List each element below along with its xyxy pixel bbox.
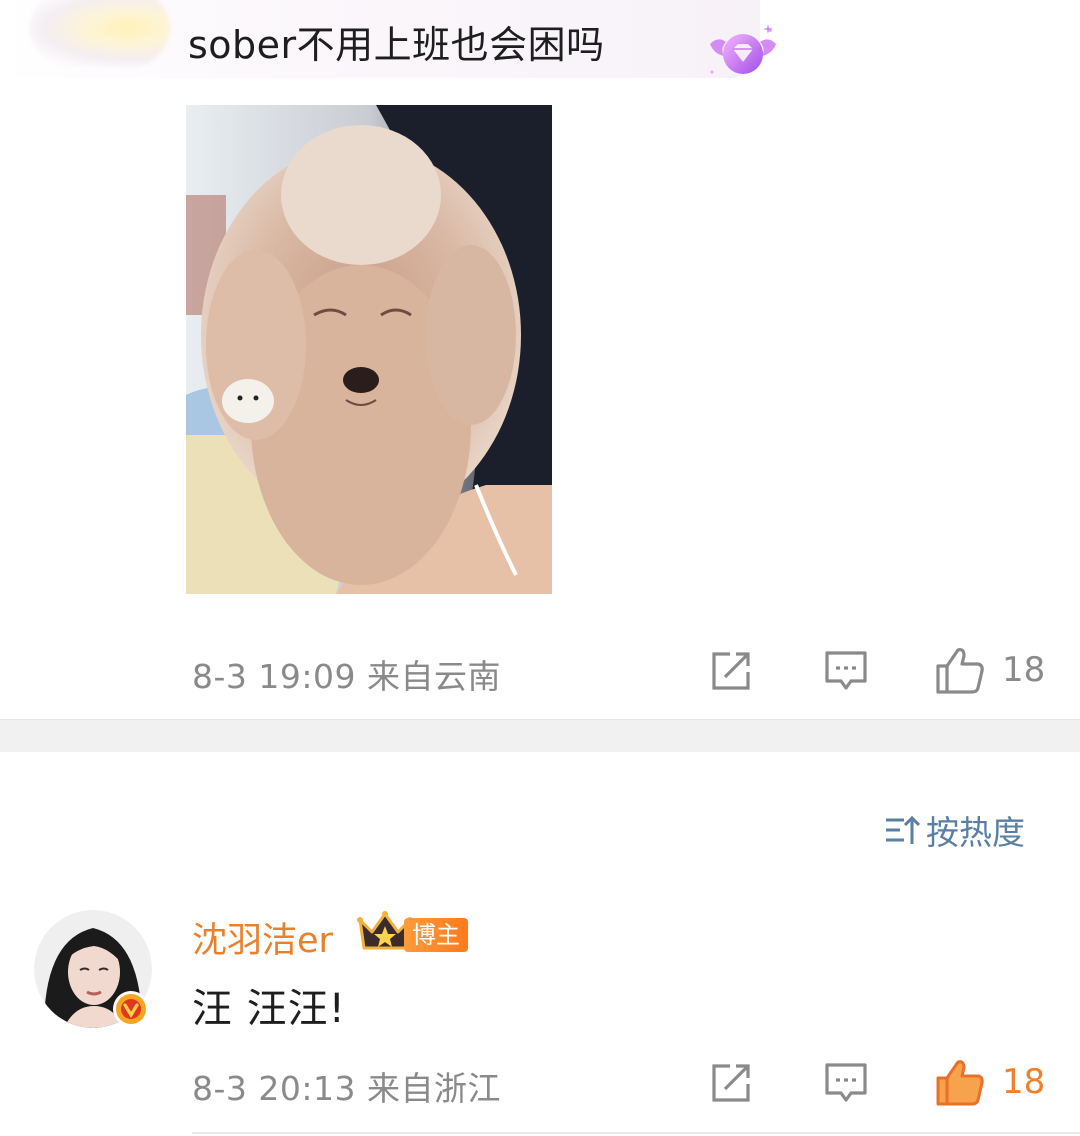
comment-icon[interactable] <box>822 1060 870 1106</box>
top-post: sober不用上班也会困吗 8-3 19:09 来自云南 18 <box>0 0 1080 720</box>
verified-badge-icon <box>113 991 149 1027</box>
section-separator <box>0 719 1080 752</box>
post-meta-row: 8-3 19:09 来自云南 18 <box>0 640 1080 700</box>
bottom-divider <box>192 1132 1080 1134</box>
post-text: sober不用上班也会困吗 <box>188 23 605 67</box>
post-timestamp-location: 8-3 19:09 来自云南 <box>192 657 501 696</box>
weibo-comment-page: sober不用上班也会困吗 8-3 19:09 来自云南 18 按热度 沈羽洁e… <box>0 0 1080 1136</box>
comment-like-count: 18 <box>1002 1062 1046 1102</box>
comment-text: 汪 汪汪! <box>192 986 346 1032</box>
sort-by-hot-button[interactable]: 按热度 <box>884 808 1025 852</box>
like-icon[interactable] <box>934 644 986 696</box>
comment-meta-row: 8-3 20:13 来自浙江 18 <box>0 1052 1080 1112</box>
comment-icon[interactable] <box>822 648 870 694</box>
post-like-count: 18 <box>1002 650 1046 690</box>
comment-avatar-wrap[interactable] <box>34 910 152 1028</box>
dog-photo[interactable] <box>186 105 552 594</box>
comment-timestamp-location: 8-3 20:13 来自浙江 <box>192 1069 501 1108</box>
share-icon[interactable] <box>708 648 754 694</box>
blurred-avatar[interactable] <box>30 0 170 66</box>
share-icon[interactable] <box>708 1060 754 1106</box>
sort-label: 按热度 <box>926 813 1025 852</box>
like-active-icon[interactable] <box>934 1056 986 1108</box>
sort-icon <box>886 815 920 844</box>
diamond-wings-badge-icon[interactable] <box>704 22 782 84</box>
blogger-tag: 博主 <box>404 918 468 952</box>
comment-author-name[interactable]: 沈羽洁er <box>192 912 333 963</box>
